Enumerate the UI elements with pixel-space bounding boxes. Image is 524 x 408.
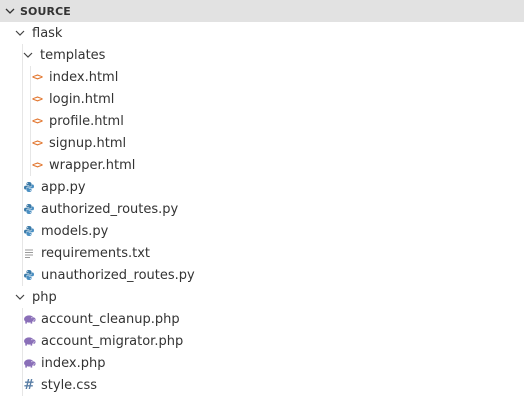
html-icon: <>	[31, 115, 43, 127]
file-label: wrapper.html	[49, 157, 136, 173]
html-icon: <>	[31, 159, 43, 171]
file-label: index.html	[49, 69, 119, 85]
file-tree: flask templates <> index.html <> login.h…	[0, 22, 524, 396]
file-requirements-txt[interactable]: requirements.txt	[0, 242, 524, 264]
php-icon	[22, 333, 36, 349]
file-label: account_cleanup.php	[41, 311, 180, 327]
file-app-py[interactable]: app.py	[0, 176, 524, 198]
html-icon: <>	[31, 71, 43, 83]
file-models-py[interactable]: models.py	[0, 220, 524, 242]
file-account-migrator-php[interactable]: account_migrator.php	[0, 330, 524, 352]
section-title: SOURCE	[20, 4, 71, 18]
file-label: login.html	[49, 91, 115, 107]
python-icon	[22, 201, 36, 217]
file-index-php[interactable]: index.php	[0, 352, 524, 374]
folder-templates[interactable]: templates	[0, 44, 524, 66]
file-label: profile.html	[49, 113, 124, 129]
python-icon	[22, 179, 36, 195]
php-icon	[22, 355, 36, 371]
file-account-cleanup-php[interactable]: account_cleanup.php	[0, 308, 524, 330]
file-style-css[interactable]: # style.css	[0, 374, 524, 396]
chevron-down-icon	[12, 25, 28, 41]
folder-php[interactable]: php	[0, 286, 524, 308]
file-label: requirements.txt	[41, 245, 151, 261]
file-label: account_migrator.php	[41, 333, 184, 349]
text-file-icon	[22, 245, 36, 261]
file-label: unauthorized_routes.py	[41, 267, 195, 283]
css-hash-icon: #	[23, 377, 35, 393]
python-icon	[22, 223, 36, 239]
file-wrapper-html[interactable]: <> wrapper.html	[0, 154, 524, 176]
file-label: app.py	[41, 179, 86, 195]
source-section-header[interactable]: SOURCE	[0, 0, 524, 22]
folder-label: templates	[40, 47, 106, 63]
file-label: index.php	[41, 355, 106, 371]
file-profile-html[interactable]: <> profile.html	[0, 110, 524, 132]
chevron-down-icon	[2, 3, 18, 19]
python-icon	[22, 267, 36, 283]
file-label: signup.html	[49, 135, 127, 151]
html-icon: <>	[31, 93, 43, 105]
explorer-panel: SOURCE flask templates <> index.html <>	[0, 0, 524, 408]
file-label: models.py	[41, 223, 109, 239]
folder-label: php	[32, 289, 57, 305]
file-unauthorized-routes-py[interactable]: unauthorized_routes.py	[0, 264, 524, 286]
chevron-down-icon	[12, 289, 28, 305]
file-login-html[interactable]: <> login.html	[0, 88, 524, 110]
file-signup-html[interactable]: <> signup.html	[0, 132, 524, 154]
file-index-html[interactable]: <> index.html	[0, 66, 524, 88]
file-label: style.css	[41, 377, 97, 393]
folder-flask[interactable]: flask	[0, 22, 524, 44]
file-authorized-routes-py[interactable]: authorized_routes.py	[0, 198, 524, 220]
php-icon	[22, 311, 36, 327]
html-icon: <>	[31, 137, 43, 149]
chevron-down-icon	[20, 47, 36, 63]
folder-label: flask	[32, 25, 63, 41]
file-label: authorized_routes.py	[41, 201, 179, 217]
